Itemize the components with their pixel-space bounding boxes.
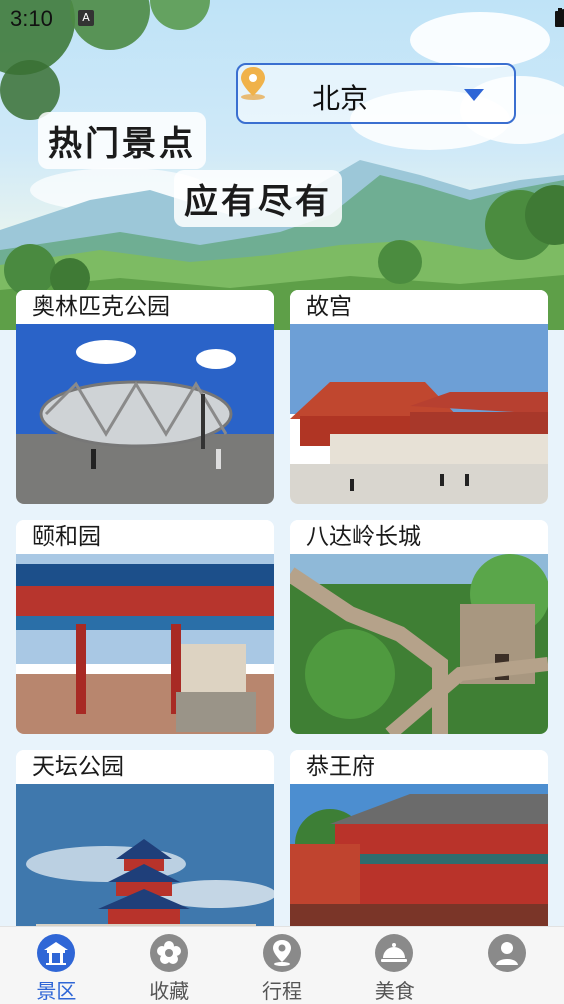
attraction-name: 八达岭长城 — [290, 520, 548, 554]
hero-banner: 3:10 A 北京 热门景点 应有尽有 — [0, 0, 564, 330]
tab-label: 行程 — [261, 979, 302, 1003]
battery-icon — [555, 8, 564, 27]
attraction-photo — [16, 554, 274, 734]
tab-favorites[interactable]: 收藏 — [113, 927, 226, 1004]
flower-icon — [149, 934, 188, 972]
city-selector[interactable]: 北京 — [236, 63, 516, 124]
food-cloche-icon — [375, 934, 414, 972]
user-profile-icon — [488, 934, 527, 972]
slogan-line-2: 应有尽有 — [174, 170, 342, 227]
status-time: 3:10 — [10, 6, 53, 31]
tab-profile[interactable] — [451, 927, 564, 1004]
tab-itinerary[interactable]: 行程 — [226, 927, 339, 1004]
tab-scenic[interactable]: 景区 — [0, 927, 113, 1004]
bottom-tab-bar: 景区 收藏 行程 美食 — [0, 926, 564, 1004]
tab-label: 景区 — [36, 979, 77, 1003]
attraction-photo — [290, 324, 548, 504]
attraction-card[interactable]: 奥林匹克公园 — [16, 290, 274, 504]
location-pin-icon — [262, 934, 301, 972]
attraction-card[interactable]: 颐和园 — [16, 520, 274, 734]
attraction-photo — [290, 554, 548, 734]
attraction-name: 奥林匹克公园 — [16, 290, 274, 324]
attraction-card[interactable]: 故宫 — [290, 290, 548, 504]
tab-food[interactable]: 美食 — [338, 927, 451, 1004]
attraction-grid: 奥林匹克公园 故宫 颐和园 八达岭长城 天坛公园 恭王府 — [0, 290, 564, 964]
location-pin-icon — [241, 67, 265, 100]
tab-label: 收藏 — [149, 979, 190, 1003]
attraction-name: 天坛公园 — [16, 750, 274, 784]
attraction-card[interactable]: 八达岭长城 — [290, 520, 548, 734]
status-bar: 3:10 A — [0, 0, 564, 36]
city-name: 北京 — [312, 82, 369, 115]
slogan-line-1: 热门景点 — [38, 112, 206, 169]
scenic-gate-icon — [37, 934, 75, 972]
attraction-name: 颐和园 — [16, 520, 274, 554]
chevron-down-icon — [464, 89, 484, 101]
attraction-name: 恭王府 — [290, 750, 548, 784]
tab-label: 美食 — [374, 979, 415, 1003]
attraction-photo — [16, 324, 274, 504]
attraction-name: 故宫 — [290, 290, 548, 324]
notification-icon: A — [78, 10, 94, 26]
